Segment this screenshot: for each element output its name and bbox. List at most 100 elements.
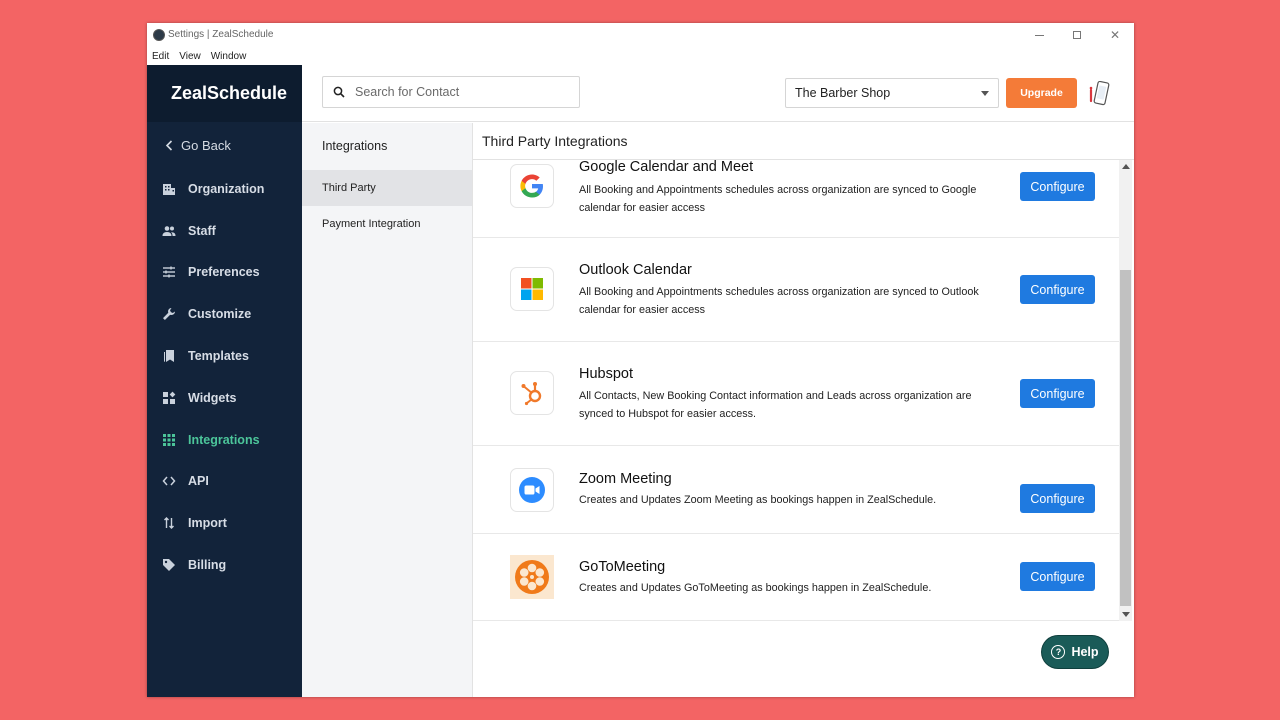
configure-hubspot-button[interactable]: Configure bbox=[1020, 379, 1095, 408]
sidebar-item-label: Templates bbox=[188, 349, 249, 364]
bookmark-icon bbox=[162, 349, 176, 363]
upgrade-button[interactable]: Upgrade bbox=[1006, 78, 1077, 108]
integration-description: All Contacts, New Booking Contact inform… bbox=[579, 390, 972, 420]
hubspot-logo bbox=[510, 371, 554, 415]
help-button[interactable]: ? Help bbox=[1042, 636, 1108, 668]
sidebar-item-label: Staff bbox=[188, 223, 216, 238]
minimize-icon bbox=[1034, 34, 1044, 36]
shop-select-value: The Barber Shop bbox=[795, 86, 891, 100]
code-icon bbox=[162, 474, 176, 488]
google-logo bbox=[510, 164, 554, 208]
sidebar: ZealSchedule Go Back Organization Staff … bbox=[147, 65, 302, 697]
search-icon bbox=[333, 86, 345, 98]
top-bar: The Barber Shop Upgrade bbox=[302, 65, 1134, 122]
sidebar-item-api[interactable]: API bbox=[147, 461, 302, 503]
sidebar-item-integrations[interactable]: Integrations bbox=[147, 419, 302, 461]
configure-gotomeeting-button[interactable]: Configure bbox=[1020, 562, 1095, 591]
sidebar-item-templates[interactable]: Templates bbox=[147, 335, 302, 377]
integration-row-zoom: Zoom Meeting Creates and Updates Zoom Me… bbox=[473, 446, 1119, 534]
configure-outlook-button[interactable]: Configure bbox=[1020, 275, 1095, 304]
integration-row-hubspot: Hubspot All Contacts, New Booking Contac… bbox=[473, 342, 1119, 446]
menu-view[interactable]: View bbox=[179, 51, 201, 62]
sidebar-item-widgets[interactable]: Widgets bbox=[147, 377, 302, 419]
integration-name: Hubspot bbox=[579, 366, 634, 382]
gotomeeting-logo bbox=[510, 555, 554, 599]
go-back-link[interactable]: Go Back bbox=[165, 138, 231, 153]
close-icon: ✕ bbox=[1109, 28, 1121, 42]
title-bar: Settings | ZealSchedule ✕ bbox=[147, 23, 1134, 47]
sidebar-item-label: API bbox=[188, 474, 209, 489]
shop-select[interactable]: The Barber Shop bbox=[785, 78, 999, 108]
sidebar-item-label: Widgets bbox=[188, 390, 237, 405]
people-icon bbox=[162, 224, 176, 238]
scroll-up-arrow-icon[interactable] bbox=[1122, 164, 1130, 169]
sidebar-item-label: Billing bbox=[188, 558, 227, 573]
hubspot-sprocket-icon bbox=[521, 382, 542, 406]
subnav-item-third-party[interactable]: Third Party bbox=[302, 170, 472, 206]
help-label: Help bbox=[1071, 645, 1099, 659]
list-scrollbar[interactable] bbox=[1119, 160, 1132, 621]
configure-google-button[interactable]: Configure bbox=[1020, 172, 1095, 201]
go-back-label: Go Back bbox=[181, 138, 231, 153]
minimize-button[interactable] bbox=[1020, 23, 1058, 47]
sidebar-item-customize[interactable]: Customize bbox=[147, 293, 302, 335]
integration-row-google: Google Calendar and Meet All Booking and… bbox=[473, 160, 1119, 238]
page-title: Third Party Integrations bbox=[473, 123, 1134, 160]
sidebar-item-organization[interactable]: Organization bbox=[147, 168, 302, 210]
integration-description: All Booking and Appointments schedules a… bbox=[579, 286, 979, 316]
subnav-item-payment-integration[interactable]: Payment Integration bbox=[302, 206, 472, 242]
integration-row-gotomeeting: GoToMeeting Creates and Updates GoToMeet… bbox=[473, 534, 1119, 621]
integration-description: Creates and Updates Zoom Meeting as book… bbox=[579, 494, 937, 506]
search-input[interactable] bbox=[355, 85, 555, 99]
phone-icon[interactable] bbox=[1088, 81, 1112, 107]
sidebar-item-staff[interactable]: Staff bbox=[147, 210, 302, 252]
app-window: Settings | ZealSchedule ✕ Edit View Wind… bbox=[147, 23, 1134, 697]
microsoft-logo bbox=[510, 267, 554, 311]
building-icon bbox=[162, 182, 176, 196]
scrollbar-thumb[interactable] bbox=[1120, 270, 1131, 606]
zoom-logo bbox=[510, 468, 554, 512]
scroll-down-arrow-icon[interactable] bbox=[1122, 612, 1130, 617]
chevron-left-icon bbox=[165, 140, 173, 151]
google-g-icon bbox=[520, 174, 543, 198]
close-button[interactable]: ✕ bbox=[1096, 23, 1134, 47]
integration-description: All Booking and Appointments schedules a… bbox=[579, 184, 977, 214]
window-controls: ✕ bbox=[1020, 23, 1134, 47]
sidebar-item-label: Preferences bbox=[188, 265, 260, 280]
sidebar-item-import[interactable]: Import bbox=[147, 502, 302, 544]
sidebar-item-label: Organization bbox=[188, 181, 265, 196]
configure-zoom-button[interactable]: Configure bbox=[1020, 484, 1095, 513]
integration-row-outlook: Outlook Calendar All Booking and Appoint… bbox=[473, 238, 1119, 342]
menu-edit[interactable]: Edit bbox=[152, 51, 169, 62]
sidebar-item-billing[interactable]: Billing bbox=[147, 544, 302, 586]
wrench-icon bbox=[162, 307, 176, 321]
grid-icon bbox=[162, 433, 176, 447]
sidebar-item-label: Import bbox=[188, 516, 227, 531]
sliders-icon bbox=[162, 265, 176, 279]
main-panel: Third Party Integrations Google Calendar… bbox=[473, 123, 1134, 697]
integration-name: Google Calendar and Meet bbox=[579, 160, 754, 175]
menu-window[interactable]: Window bbox=[211, 51, 247, 62]
menu-bar: Edit View Window bbox=[147, 47, 1134, 65]
integration-name: Outlook Calendar bbox=[579, 262, 692, 278]
question-circle-icon: ? bbox=[1051, 645, 1066, 659]
integrations-subnav: Integrations Third Party Payment Integra… bbox=[302, 123, 473, 697]
gotomeeting-flower-icon bbox=[515, 560, 549, 594]
window-title: Settings | ZealSchedule bbox=[168, 29, 274, 40]
brand-logo: ZealSchedule bbox=[147, 65, 302, 122]
maximize-icon bbox=[1073, 31, 1081, 39]
import-arrows-icon bbox=[162, 516, 176, 530]
app-icon bbox=[153, 29, 165, 41]
subnav-title: Integrations bbox=[322, 139, 388, 153]
sidebar-item-label: Integrations bbox=[188, 432, 260, 447]
sidebar-item-preferences[interactable]: Preferences bbox=[147, 252, 302, 294]
integration-description: Creates and Updates GoToMeeting as booki… bbox=[579, 582, 932, 594]
integration-list: Google Calendar and Meet All Booking and… bbox=[473, 160, 1119, 621]
integration-name: GoToMeeting bbox=[579, 559, 666, 575]
search-box bbox=[322, 76, 580, 108]
microsoft-squares-icon bbox=[521, 278, 543, 300]
maximize-button[interactable] bbox=[1058, 23, 1096, 47]
sidebar-nav: Organization Staff Preferences Customize… bbox=[147, 168, 302, 586]
integration-name: Zoom Meeting bbox=[579, 471, 672, 487]
caret-down-icon bbox=[981, 91, 989, 96]
